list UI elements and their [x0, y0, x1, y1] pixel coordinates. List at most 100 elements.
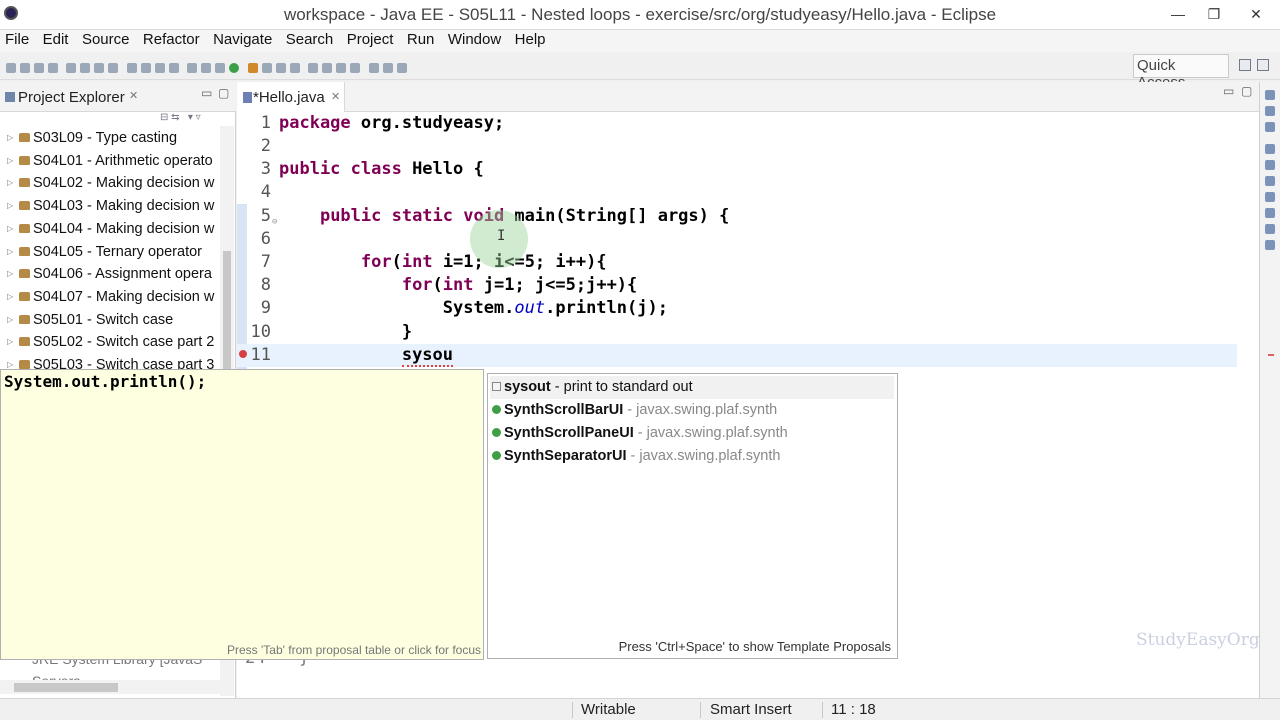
step-return-icon[interactable] [154, 62, 165, 73]
error-icon[interactable] [239, 350, 247, 358]
minimize-editor-icon[interactable]: ▭ [1223, 84, 1234, 98]
tree-item[interactable]: ▷ S04L06 - Assignment opera [0, 264, 222, 286]
editor-tab-hello-java[interactable]: *Hello.java ✕ [237, 82, 345, 112]
menu-refactor[interactable]: Refactor [139, 30, 204, 50]
expand-icon[interactable]: ▷ [7, 269, 13, 278]
tab-close-icon[interactable]: ✕ [331, 90, 340, 103]
tree-item[interactable]: ▷ S04L05 - Ternary operator [0, 242, 222, 264]
task-list-icon[interactable] [1265, 106, 1275, 116]
step-into-icon[interactable] [126, 62, 137, 73]
code-line[interactable]: 7 for(int i=1; i<=5; i++){ [237, 251, 1237, 274]
maximize-button[interactable]: ❐ [1196, 0, 1232, 30]
annotation-icon[interactable] [350, 62, 361, 73]
save-all-icon[interactable] [34, 62, 44, 73]
expand-icon[interactable]: ▷ [7, 360, 13, 369]
template-proposals-hint[interactable]: Press 'Ctrl+Space' to show Template Prop… [619, 639, 891, 654]
menu-search[interactable]: Search [282, 30, 338, 50]
pin-icon[interactable] [336, 62, 347, 73]
outline-icon[interactable] [1265, 90, 1275, 100]
code-line[interactable]: 1 package org.studyeasy; [237, 112, 1237, 135]
servers-icon[interactable] [1265, 122, 1275, 132]
expand-icon[interactable]: ▷ [7, 133, 13, 142]
explorer-close-icon[interactable]: ✕ [129, 89, 138, 102]
tree-item[interactable]: ▷ S05L01 - Switch case [0, 310, 222, 332]
menu-source[interactable]: Source [78, 30, 134, 50]
problems-icon[interactable] [1265, 192, 1275, 202]
quick-access-input[interactable]: Quick Access [1133, 54, 1229, 91]
resume-icon[interactable] [80, 62, 91, 73]
proposal-item[interactable]: SynthSeparatorUI - javax.swing.plaf.synt… [490, 445, 894, 468]
status-insert-mode[interactable]: Smart Insert [710, 701, 792, 718]
proposal-item[interactable]: SynthScrollPaneUI - javax.swing.plaf.syn… [490, 422, 894, 445]
menu-project[interactable]: Project [343, 30, 398, 50]
minimize-view-icon[interactable]: ▭ [201, 86, 212, 100]
code-line[interactable]: 8 for(int j=1; j<=5;j++){ [237, 274, 1237, 297]
content-assist-popup[interactable]: sysout - print to standard out SynthScro… [487, 373, 898, 659]
java-ee-perspective-icon[interactable] [1257, 59, 1269, 71]
open-type-icon[interactable] [289, 62, 300, 73]
search-view-icon[interactable] [1265, 224, 1275, 234]
expand-icon[interactable]: ▷ [7, 337, 13, 346]
code-line[interactable]: 10 } [237, 321, 1237, 344]
explorer-tab[interactable]: Project Explorer ✕ ▭ ▢ [0, 82, 236, 112]
external-tools-icon[interactable] [247, 62, 258, 73]
tree-item[interactable]: ▷ S04L03 - Making decision w [0, 196, 222, 218]
close-button[interactable]: ✕ [1238, 0, 1274, 30]
back-icon[interactable] [382, 62, 393, 73]
menu-window[interactable]: Window [444, 30, 505, 50]
console-icon[interactable] [1265, 208, 1275, 218]
maximize-view-icon[interactable]: ▢ [218, 86, 229, 100]
server-icon[interactable] [187, 62, 198, 73]
open-task-icon[interactable] [308, 62, 319, 73]
expand-icon[interactable]: ▷ [7, 224, 13, 233]
code-line[interactable]: 3 public class Hello { [237, 158, 1237, 181]
menu-file[interactable]: File [1, 30, 33, 50]
template-preview-popup[interactable]: System.out.println(); Press 'Tab' from p… [0, 369, 484, 660]
tree-item[interactable]: ▷ S04L04 - Making decision w [0, 219, 222, 241]
menu-navigate[interactable]: Navigate [209, 30, 276, 50]
properties-icon[interactable] [1265, 144, 1275, 154]
toolbar-icons[interactable] [4, 59, 794, 73]
tree-item[interactable]: ▷ S04L07 - Making decision w [0, 287, 222, 309]
run-icon[interactable] [229, 62, 240, 73]
explorer-horizontal-scrollbar[interactable] [0, 680, 220, 694]
scroll-thumb[interactable] [14, 683, 118, 692]
debug-icon[interactable] [215, 62, 226, 73]
menu-edit[interactable]: Edit [39, 30, 73, 50]
markers-icon[interactable] [1265, 240, 1275, 250]
expand-icon[interactable]: ▷ [7, 156, 13, 165]
tree-item[interactable]: ▷ S04L01 - Arithmetic operato [0, 151, 222, 173]
new-icon[interactable] [6, 62, 16, 73]
tree-item[interactable]: ▷ S03L09 - Type casting [0, 128, 222, 150]
search-icon[interactable] [322, 62, 333, 73]
open-perspective-icon[interactable] [1239, 59, 1251, 71]
step-over-icon[interactable] [140, 62, 151, 73]
code-line[interactable]: 2 [237, 135, 1237, 158]
minimize-button[interactable]: — [1160, 0, 1196, 30]
save-icon[interactable] [20, 62, 30, 73]
perspective-switcher[interactable] [1236, 57, 1276, 75]
snippets-icon[interactable] [1265, 176, 1275, 186]
new-server-icon[interactable] [261, 62, 272, 73]
drop-frame-icon[interactable] [168, 62, 179, 73]
code-line[interactable]: 6 [237, 228, 1237, 251]
expand-icon[interactable]: ▷ [7, 292, 13, 301]
print-icon[interactable] [48, 62, 58, 73]
expand-icon[interactable]: ▷ [7, 315, 13, 324]
expand-icon[interactable]: ▷ [7, 178, 13, 187]
skip-breakpoints-icon[interactable] [66, 62, 77, 73]
expand-icon[interactable]: ▷ [7, 247, 13, 256]
code-line[interactable]: 5 ⊖ public static void main(String[] args… [237, 205, 1237, 228]
publish-icon[interactable] [201, 62, 212, 73]
prev-edit-icon[interactable] [368, 62, 379, 73]
menu-help[interactable]: Help [511, 30, 550, 50]
suspend-icon[interactable] [94, 62, 105, 73]
new-project-icon[interactable] [275, 62, 286, 73]
code-line[interactable]: 4 [237, 181, 1237, 204]
data-source-icon[interactable] [1265, 160, 1275, 170]
tree-item[interactable]: ▷ S05L02 - Switch case part 2 [0, 332, 222, 354]
proposal-item[interactable]: sysout - print to standard out [490, 376, 894, 399]
terminate-icon[interactable] [108, 62, 119, 73]
menu-run[interactable]: Run [403, 30, 439, 50]
editor-horizontal-scrollbar[interactable] [237, 680, 1259, 694]
